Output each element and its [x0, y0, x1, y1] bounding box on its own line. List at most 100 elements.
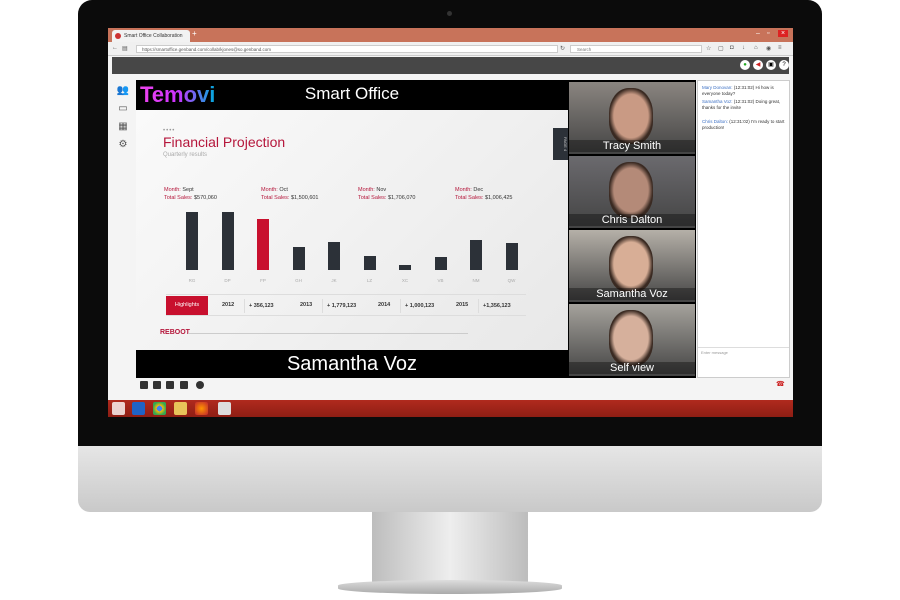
maximize-button[interactable]: ▫ — [767, 30, 769, 37]
sidebar: 👥 ▭ ▦ ⚙ — [110, 80, 136, 380]
end-call-icon[interactable]: ☎ — [776, 380, 785, 388]
video-tile[interactable]: Self view — [569, 304, 695, 376]
video-tile[interactable]: Tracy Smith — [569, 82, 695, 154]
x-tick-label: DP — [224, 278, 231, 283]
address-bar: ← ▤ https://smartoffice.genband.com/coll… — [108, 42, 793, 56]
firefox-icon — [115, 33, 121, 39]
highlight-year: 2015 — [456, 302, 469, 308]
reload-icon[interactable]: ↻ — [560, 45, 565, 52]
chrome-icon[interactable] — [153, 402, 166, 415]
outlook-icon[interactable] — [132, 402, 145, 415]
extension-icon[interactable]: ◉ — [766, 45, 771, 52]
message-sender[interactable]: Mary Donovan: — [702, 85, 733, 90]
x-tick-label: XC — [401, 278, 409, 283]
highlight-year: 2012 — [222, 302, 235, 308]
new-tab-button[interactable]: + — [192, 29, 197, 38]
bar-nm — [470, 240, 482, 270]
video-icon[interactable] — [166, 381, 174, 389]
page-tab[interactable]: PAGE 4 — [553, 128, 568, 160]
bottom-toolbar — [136, 378, 791, 393]
month-summary: Month: Oct Total Sales: $1,500,601 — [261, 187, 319, 201]
bar-jk — [328, 241, 340, 270]
month-summary: Month: Nov Total Sales: $1,706,070 — [358, 187, 416, 201]
settings-icon[interactable]: ▣ — [766, 60, 776, 70]
pocket-icon[interactable]: ◘ — [730, 45, 734, 51]
url-input[interactable]: https://smartoffice.genband.com/collab/k… — [136, 45, 558, 53]
app-taskbar-icon[interactable] — [218, 402, 231, 415]
month-summary: Month: Dec Total Sales: $1,006,425 — [455, 187, 513, 201]
chat-panel: Mary Donovan: (12:31:02) Hi how is every… — [697, 80, 790, 378]
screen: Smart Office Collaboration + – ▫ × ← ▤ h… — [108, 28, 793, 417]
video-tile[interactable]: Chris Dalton — [569, 156, 695, 228]
participant-video — [609, 88, 653, 144]
month-name: Oct — [279, 187, 288, 193]
participant-video — [609, 310, 653, 366]
slide-subtitle: Quarterly results — [163, 152, 208, 158]
file-explorer-icon[interactable] — [174, 402, 187, 415]
back-icon[interactable]: ← — [112, 45, 118, 51]
presence-icon[interactable]: ● — [740, 60, 750, 70]
video-tile[interactable]: Samantha Voz — [569, 230, 695, 302]
home-icon[interactable]: ⌂ — [754, 45, 758, 51]
highlight-value: +1,356,123 — [478, 299, 511, 313]
x-tick-label: RG — [188, 278, 196, 283]
screen-share-icon[interactable]: ▭ — [115, 103, 131, 115]
highlight-year: 2013 — [300, 302, 313, 308]
bar-rg — [186, 212, 198, 270]
reboot-logo: REBOOT — [160, 329, 190, 336]
page-info-icon[interactable]: ▤ — [122, 45, 128, 52]
volume-icon[interactable] — [153, 381, 161, 389]
highlight-year: 2014 — [378, 302, 391, 308]
speaker-icon[interactable]: ◀ — [753, 60, 763, 70]
divider — [188, 333, 468, 334]
chat-icon[interactable] — [196, 381, 204, 389]
highlight-value: + 1,000,123 — [400, 299, 434, 313]
monitor-chin — [78, 446, 822, 512]
bookmark-star-icon[interactable]: ☆ — [706, 45, 711, 52]
bar-xc — [399, 265, 411, 270]
tab-bar: Smart Office Collaboration + – ▫ × — [108, 28, 793, 42]
windows-start-icon[interactable] — [112, 402, 125, 415]
monitor-base — [338, 580, 562, 594]
monitor-stand — [372, 512, 528, 582]
slide: •••• Financial Projection Quarterly resu… — [136, 110, 568, 350]
participant-name: Samantha Voz — [569, 288, 695, 300]
x-tick-label: LZ — [366, 278, 373, 283]
message-sender[interactable]: Samantha Voz: — [702, 99, 733, 104]
search-input[interactable]: Search — [570, 45, 702, 53]
x-tick-label: QW — [507, 278, 516, 283]
participant-name: Self view — [569, 362, 695, 374]
download-icon[interactable]: ↓ — [742, 45, 745, 51]
message-sender[interactable]: Chris Dalton: — [702, 119, 728, 124]
gear-icon[interactable]: ⚙ — [115, 139, 131, 151]
contacts-icon[interactable]: 👥 — [115, 85, 131, 97]
participant-name: Tracy Smith — [569, 140, 695, 152]
mic-icon[interactable] — [140, 381, 148, 389]
close-button[interactable]: × — [778, 30, 789, 37]
slide-title: Financial Projection — [163, 134, 286, 150]
minimize-button[interactable]: – — [756, 30, 760, 37]
menu-icon[interactable]: ≡ — [778, 45, 782, 51]
month-summary: Month: Sept Total Sales: $570,060 — [164, 187, 217, 201]
firefox-taskbar-icon[interactable] — [195, 402, 208, 415]
chat-input[interactable]: Enter message — [698, 347, 789, 377]
app-toolbar: ● ◀ ▣ ? — [112, 57, 789, 74]
help-icon[interactable]: ? — [779, 60, 789, 70]
presentation-title: Smart Office — [304, 84, 400, 103]
tab-title: Smart Office Collaboration — [124, 33, 183, 39]
bar-chart: RG DP FP GH JK LZ XC VB NM QW — [176, 212, 536, 283]
x-tick-label: VB — [437, 278, 444, 283]
presentation-panel: Temovi Smart Office •••• Financial Proje… — [136, 80, 568, 378]
browser-tab[interactable]: Smart Office Collaboration — [112, 30, 190, 42]
total-sales: $1,706,070 — [387, 195, 416, 201]
highlights-button[interactable]: Highlights — [166, 296, 208, 315]
share-icon[interactable] — [180, 381, 188, 389]
participant-name: Chris Dalton — [569, 214, 695, 226]
chat-message: Samantha Voz: (12:31:02) Doing great, th… — [702, 99, 786, 111]
total-sales: $570,060 — [193, 195, 217, 201]
layout-icon[interactable]: ▦ — [115, 121, 131, 133]
x-tick-label: GH — [295, 278, 302, 283]
clipboard-icon[interactable]: ▢ — [718, 45, 724, 52]
highlights-row: Highlights 2012 + 356,123 2013 + 1,779,123 2… — [166, 294, 526, 316]
bar-fp — [257, 218, 269, 270]
